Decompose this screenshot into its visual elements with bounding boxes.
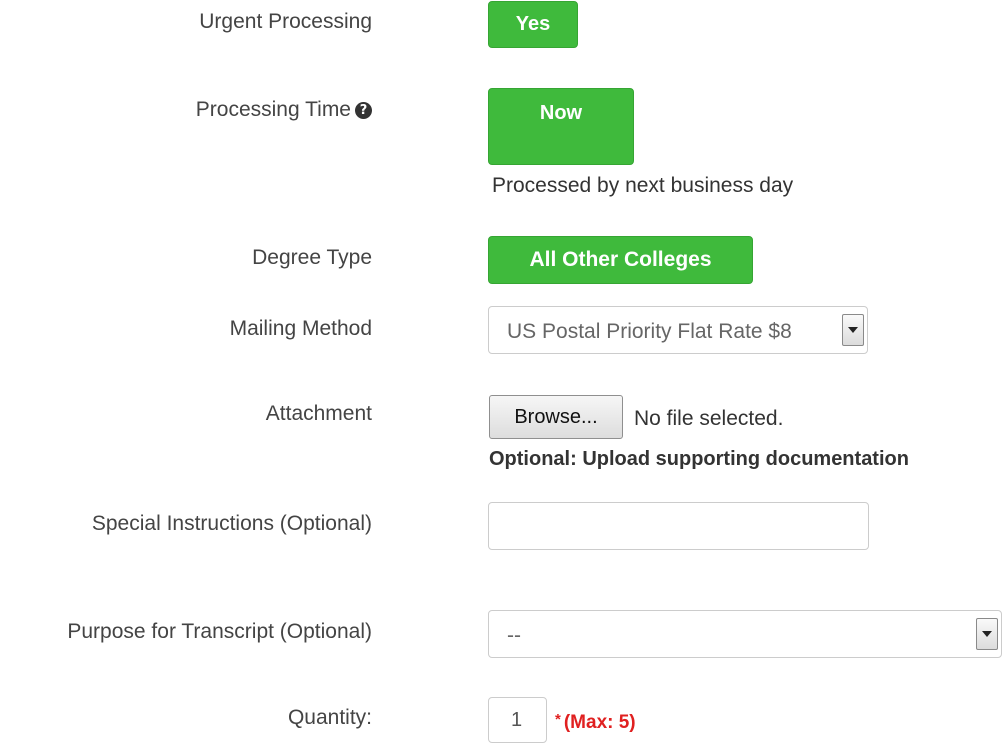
- degree-type-button[interactable]: All Other Colleges: [488, 236, 753, 284]
- special-instructions-label: Special Instructions (Optional): [91, 512, 372, 535]
- urgent-processing-label: Urgent Processing: [199, 10, 372, 33]
- chevron-down-icon[interactable]: [842, 314, 864, 346]
- upload-note: Optional: Upload supporting documentatio…: [489, 448, 909, 470]
- purpose-value: --: [507, 624, 521, 647]
- quantity-max-note: * (Max: 5): [555, 711, 636, 734]
- quantity-input[interactable]: 1: [488, 697, 547, 743]
- quantity-label: Quantity:: [287, 706, 372, 729]
- processing-time-label: Processing Time?: [196, 99, 372, 120]
- mailing-method-select[interactable]: US Postal Priority Flat Rate $8: [488, 306, 868, 354]
- processing-time-label-text: Processing Time: [195, 98, 351, 121]
- processing-now-button[interactable]: Now: [488, 88, 634, 165]
- special-instructions-input[interactable]: [488, 502, 869, 550]
- quantity-max-text: (Max: 5): [563, 712, 636, 733]
- chevron-down-icon[interactable]: [976, 618, 998, 650]
- degree-type-label: Degree Type: [252, 246, 372, 269]
- mailing-method-value: US Postal Priority Flat Rate $8: [507, 320, 792, 343]
- urgent-yes-button[interactable]: Yes: [488, 1, 578, 48]
- purpose-select[interactable]: --: [488, 610, 1002, 658]
- required-asterisk: *: [555, 711, 561, 728]
- purpose-label: Purpose for Transcript (Optional): [67, 620, 372, 643]
- file-status-text: No file selected.: [634, 407, 784, 430]
- question-circle-icon[interactable]: ?: [355, 102, 372, 119]
- processing-time-helper: Processed by next business day: [492, 174, 794, 197]
- mailing-method-label: Mailing Method: [229, 317, 372, 340]
- attachment-label: Attachment: [265, 402, 372, 425]
- browse-button[interactable]: Browse...: [489, 395, 623, 439]
